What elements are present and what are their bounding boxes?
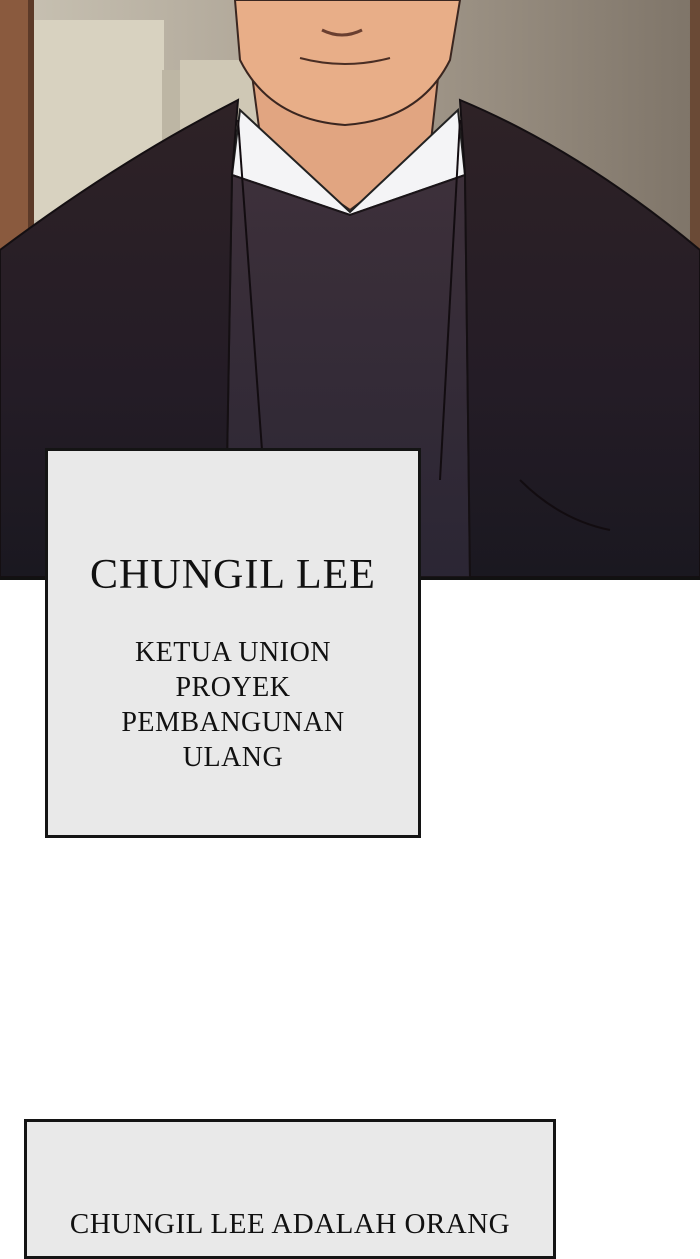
role-line: KETUA UNION xyxy=(134,637,332,668)
character-name: CHUNGIL LEE xyxy=(90,552,376,598)
role-line: ULANG xyxy=(182,742,284,773)
role-line: PROYEK xyxy=(175,672,291,703)
role-line: PEMBANGUNAN xyxy=(121,707,345,738)
narration-caption: CHUNGIL LEE ADALAH ORANG xyxy=(24,1119,556,1259)
character-intro-caption: CHUNGIL LEE KETUA UNION PROYEK PEMBANGUN… xyxy=(45,448,421,838)
narration-text: CHUNGIL LEE ADALAH ORANG xyxy=(69,1208,511,1240)
character-role: KETUA UNION PROYEK PEMBANGUNAN ULANG xyxy=(78,635,388,775)
